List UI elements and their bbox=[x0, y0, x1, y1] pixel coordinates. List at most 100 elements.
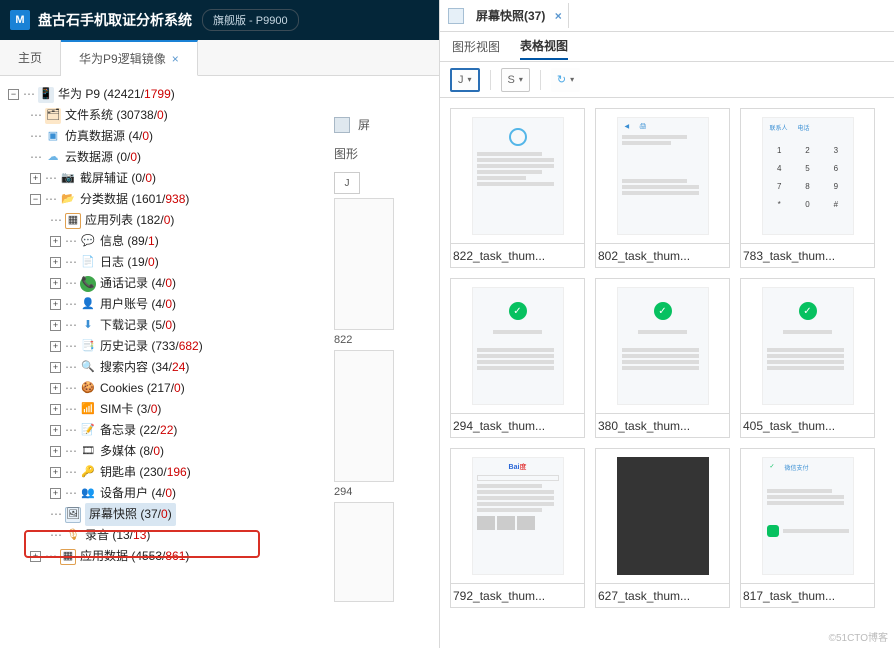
grid-icon: ▦ bbox=[60, 549, 76, 565]
expander-icon[interactable]: + bbox=[50, 362, 61, 373]
tree-audio[interactable]: ⋯🎙录音 (13/13) bbox=[8, 525, 435, 546]
tree-screencap[interactable]: +⋯📷截屏辅证 (0/0) bbox=[8, 168, 435, 189]
grid-icon: ▦ bbox=[65, 213, 81, 229]
thumbnail-cell[interactable]: ✓ 294_task_thum... bbox=[450, 278, 585, 438]
thumbnail-caption: 294_task_thum... bbox=[450, 414, 585, 438]
expander-icon[interactable]: + bbox=[30, 551, 41, 562]
tree-app-list[interactable]: ⋯▦应用列表 (182/0) bbox=[8, 210, 435, 231]
user-icon: 👤 bbox=[80, 297, 96, 313]
expander-icon[interactable]: − bbox=[30, 194, 41, 205]
expander-icon[interactable]: + bbox=[50, 236, 61, 247]
close-icon[interactable]: × bbox=[172, 52, 179, 66]
key-icon: 🔑 bbox=[80, 465, 96, 481]
search-icon: 🔍 bbox=[80, 360, 96, 376]
tree-device-user[interactable]: +⋯👥设备用户 (4/0) bbox=[8, 483, 435, 504]
doc-icon: 📄 bbox=[80, 255, 96, 271]
tree-cookies[interactable]: +⋯🍪Cookies (217/0) bbox=[8, 378, 435, 399]
expander-icon[interactable]: + bbox=[50, 404, 61, 415]
tree-screenshot[interactable]: ⋯🖼屏幕快照 (37/0) bbox=[8, 504, 435, 525]
tree-history[interactable]: +⋯📑历史记录 (733/682) bbox=[8, 336, 435, 357]
expander-icon[interactable]: + bbox=[50, 425, 61, 436]
dialpad-icon: 123456789*0# bbox=[767, 143, 849, 212]
tab-home[interactable]: 主页 bbox=[0, 40, 61, 75]
expander-icon[interactable]: − bbox=[8, 89, 19, 100]
expander-icon[interactable]: + bbox=[50, 383, 61, 394]
left-tab-strip: 主页 华为P9逻辑镜像 × bbox=[0, 40, 439, 76]
tree-call-records[interactable]: +⋯📞通话记录 (4/0) bbox=[8, 273, 435, 294]
wechat-icon bbox=[767, 525, 779, 537]
thumbnail-cell[interactable]: 联系人电话123456789*0# 783_task_thum... bbox=[740, 108, 875, 268]
tab-huawei-p9[interactable]: 华为P9逻辑镜像 × bbox=[61, 40, 198, 76]
app-logo-icon: M bbox=[10, 10, 30, 30]
expander-icon[interactable]: + bbox=[50, 341, 61, 352]
folder-icon: 🗂 bbox=[45, 108, 61, 124]
content-tab-row: 屏幕快照(37) × bbox=[440, 0, 894, 32]
separator bbox=[540, 70, 541, 90]
success-check-icon: ✓ bbox=[654, 302, 672, 320]
toolbar: J▾ S▾ ↻▾ bbox=[440, 62, 894, 98]
subtab-table-view[interactable]: 表格视图 bbox=[520, 33, 568, 60]
tree-filesystem[interactable]: ⋯🗂文件系统 (30738/0) bbox=[8, 105, 435, 126]
expander-icon[interactable]: + bbox=[50, 446, 61, 457]
thumbnail-cell[interactable]: ✓ 405_task_thum... bbox=[740, 278, 875, 438]
tree-memo[interactable]: +⋯📝备忘录 (22/22) bbox=[8, 420, 435, 441]
thumbnail-cell[interactable]: ◀🖨 802_task_thum... bbox=[595, 108, 730, 268]
view-mode-s-button[interactable]: S▾ bbox=[501, 68, 530, 92]
expander-icon[interactable]: + bbox=[50, 278, 61, 289]
thumbnail-cell[interactable]: 627_task_thum... bbox=[595, 448, 730, 608]
thumbnail-cell[interactable]: Bai度 792_task_thum... bbox=[450, 448, 585, 608]
tree-app-data[interactable]: +⋯▦应用数据 (4553/861) bbox=[8, 546, 435, 567]
expander-icon[interactable]: + bbox=[50, 299, 61, 310]
thumbnail-image: ✓ bbox=[740, 278, 875, 414]
expander-icon[interactable]: + bbox=[50, 488, 61, 499]
baidu-logo-icon: Bai bbox=[509, 464, 520, 471]
close-icon[interactable]: × bbox=[555, 9, 562, 23]
content-tab-screenshot[interactable]: 屏幕快照(37) × bbox=[470, 3, 569, 28]
subtab-graph-view[interactable]: 图形视图 bbox=[452, 34, 500, 59]
thumbnail-grid[interactable]: 822_task_thum... ◀🖨 802_task_thum... 联系人… bbox=[440, 98, 894, 648]
thumbnail-caption: 405_task_thum... bbox=[740, 414, 875, 438]
thumbnail-cell[interactable]: ✓ 380_task_thum... bbox=[595, 278, 730, 438]
tree-sim[interactable]: +⋯📶SIM卡 (3/0) bbox=[8, 399, 435, 420]
film-icon: 🎞 bbox=[80, 444, 96, 460]
expander-icon[interactable]: + bbox=[50, 320, 61, 331]
expander-icon[interactable]: + bbox=[50, 257, 61, 268]
view-mode-j-button[interactable]: J▾ bbox=[450, 68, 480, 92]
tree-download[interactable]: +⋯⬇下载记录 (5/0) bbox=[8, 315, 435, 336]
tree-keychain[interactable]: +⋯🔑钥匙串 (230/196) bbox=[8, 462, 435, 483]
thumbnail-image: Bai度 bbox=[450, 448, 585, 584]
tree-area[interactable]: −⋯📱华为 P9 (42421/1799) ⋯🗂文件系统 (30738/0) ⋯… bbox=[0, 76, 439, 648]
tree-media[interactable]: +⋯🎞多媒体 (8/0) bbox=[8, 441, 435, 462]
view-subtabs: 图形视图 表格视图 bbox=[440, 32, 894, 62]
tree-fake-source[interactable]: ⋯▣仿真数据源 (4/0) bbox=[8, 126, 435, 147]
tree-search[interactable]: +⋯🔍搜索内容 (34/24) bbox=[8, 357, 435, 378]
note-icon: 📝 bbox=[80, 423, 96, 439]
users-icon: 👥 bbox=[80, 486, 96, 502]
screenshot-icon: 🖼 bbox=[65, 507, 81, 523]
sim-card-icon: 📶 bbox=[80, 402, 96, 418]
thumbnail-image: ✓微信支付 bbox=[740, 448, 875, 584]
sim-icon: ▣ bbox=[45, 129, 61, 145]
tree-user-account[interactable]: +⋯👤用户账号 (4/0) bbox=[8, 294, 435, 315]
tree-logs[interactable]: +⋯📄日志 (19/0) bbox=[8, 252, 435, 273]
tree-category-data[interactable]: −⋯📂分类数据 (1601/938) bbox=[8, 189, 435, 210]
download-icon: ⬇ bbox=[80, 318, 96, 334]
tree-cloud-source[interactable]: ⋯☁云数据源 (0/0) bbox=[8, 147, 435, 168]
refresh-button[interactable]: ↻▾ bbox=[551, 68, 580, 92]
screenshot-icon bbox=[448, 8, 464, 24]
thumbnail-image bbox=[595, 448, 730, 584]
expander-icon[interactable]: + bbox=[30, 173, 41, 184]
chat-icon: 💬 bbox=[80, 234, 96, 250]
tree-root[interactable]: −⋯📱华为 P9 (42421/1799) bbox=[8, 84, 435, 105]
dark-screen-icon bbox=[617, 457, 709, 575]
watermark: ©51CTO博客 bbox=[829, 629, 888, 644]
tree-messages[interactable]: +⋯💬信息 (89/1) bbox=[8, 231, 435, 252]
thumbnail-image: 联系人电话123456789*0# bbox=[740, 108, 875, 244]
thumbnail-image: ✓ bbox=[595, 278, 730, 414]
thumbnail-cell[interactable]: ✓微信支付 817_task_thum... bbox=[740, 448, 875, 608]
microphone-icon: 🎙 bbox=[65, 528, 81, 544]
thumbnail-cell[interactable]: 822_task_thum... bbox=[450, 108, 585, 268]
thumbnail-image: ◀🖨 bbox=[595, 108, 730, 244]
expander-icon[interactable]: + bbox=[50, 467, 61, 478]
success-check-icon: ✓ bbox=[799, 302, 817, 320]
